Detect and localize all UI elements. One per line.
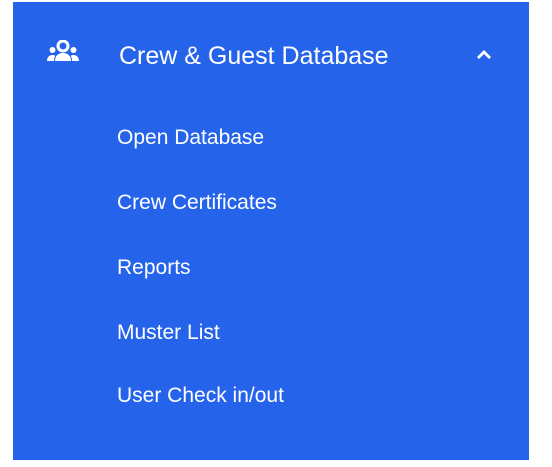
crew-guest-database-submenu: Open Database Crew Certificates Reports … <box>13 2 529 460</box>
menu-item-reports[interactable]: Reports <box>117 255 191 281</box>
menu-item-crew-certificates[interactable]: Crew Certificates <box>117 190 277 216</box>
menu-item-open-database[interactable]: Open Database <box>117 125 264 151</box>
menu-item-muster-list[interactable]: Muster List <box>117 320 220 346</box>
menu-item-user-check-in-out[interactable]: User Check in/out <box>117 383 284 409</box>
sidebar-menu-panel: Crew & Guest Database Open Database Crew… <box>13 2 529 460</box>
